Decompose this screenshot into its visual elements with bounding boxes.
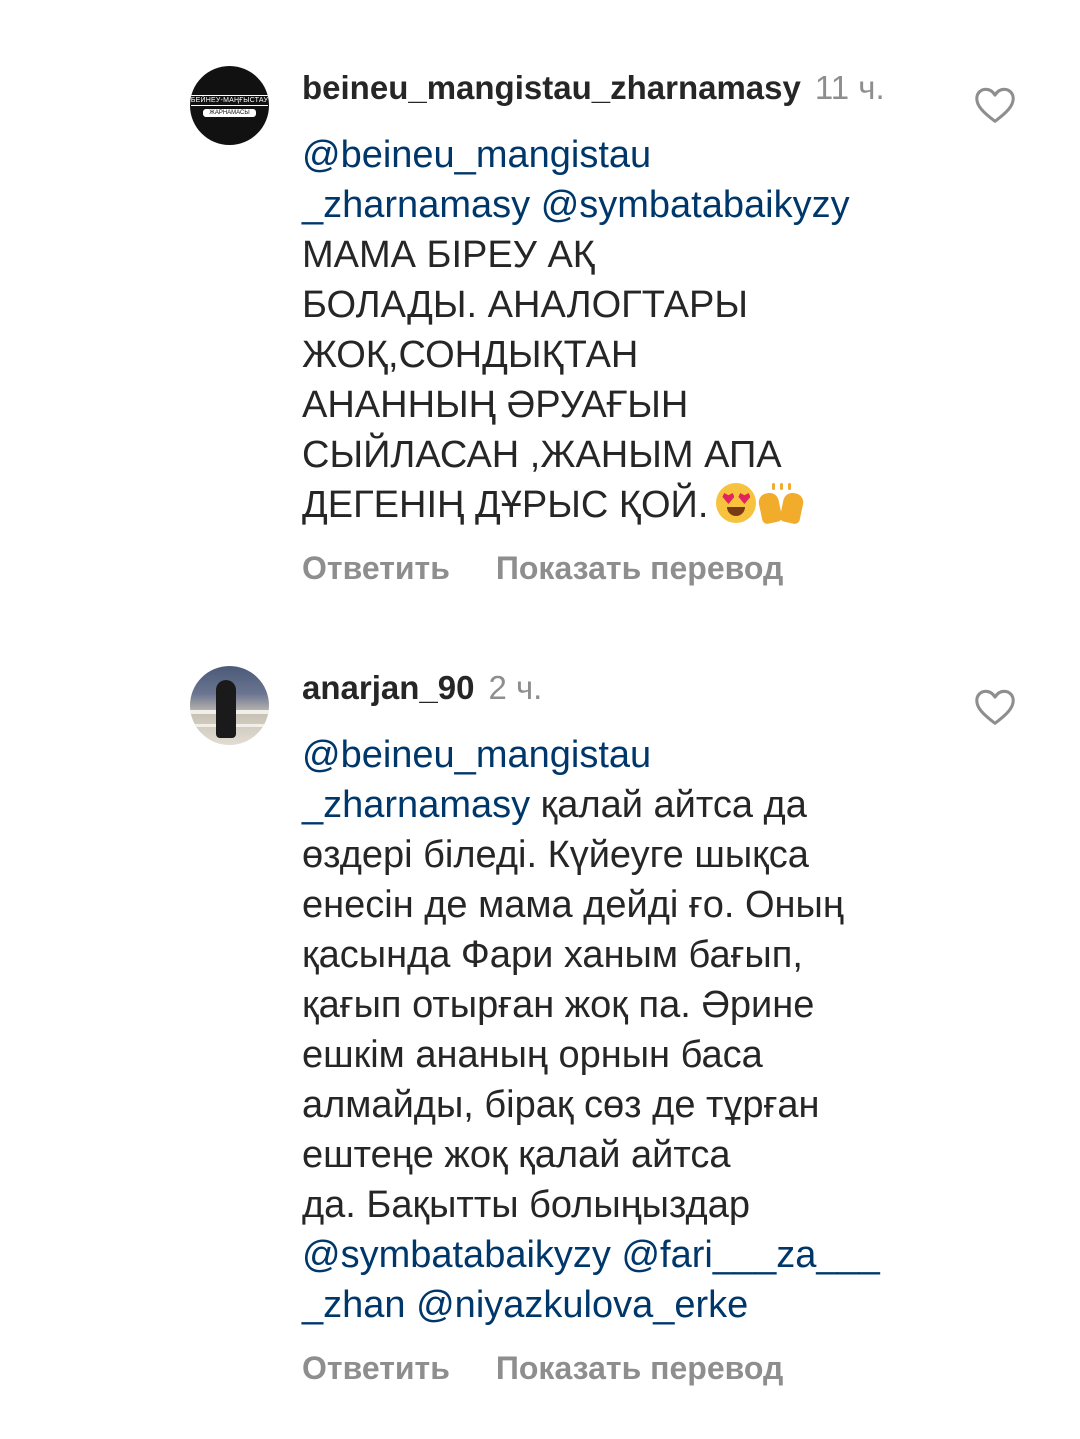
heart-outline-icon[interactable]: [972, 82, 1018, 128]
comment-text-line: @symbatabaikyzy @fari___za___: [302, 1230, 942, 1280]
comment-text-segment: СЫЙЛАСАН ,ЖАНЫМ АПА: [302, 434, 782, 476]
comment-text-segment: өздері біледі. Күйеуге шықса: [302, 834, 809, 876]
comment-text-segment: ешкім ананың орнын баса: [302, 1034, 763, 1076]
comment-text-line: алмайды, бірақ сөз де тұрған: [302, 1080, 942, 1130]
heart-eyes-emoji-icon: [716, 483, 757, 523]
comment-text-line: БОЛАДЫ. АНАЛОГТАРЫ: [302, 280, 942, 330]
comment-text-segment: ЖОҚ,СОНДЫҚТАН: [302, 334, 639, 376]
comment-text-line: қасында Фари ханым бағып,: [302, 930, 942, 980]
mention-link[interactable]: @beineu_mangistau: [302, 134, 651, 176]
comment-text-line: _zharnamasy @symbatabaikyzy: [302, 180, 942, 230]
comment-text-line: өздері біледі. Күйеуге шықса: [302, 830, 942, 880]
mention-link[interactable]: @symbatabaikyzy: [541, 184, 850, 226]
comment-text-line: қағып отырған жоқ па. Әрине: [302, 980, 942, 1030]
avatar-photo-figure: [216, 680, 236, 738]
comment-header: beineu_mangistau_zharnamasy 11 ч.: [302, 68, 885, 108]
comment-text: @beineu_mangistau _zharnamasy @symbatabai…: [302, 130, 942, 530]
comment-text-segment: қалай айтса да: [530, 784, 807, 826]
timestamp: 11 ч.: [814, 69, 885, 106]
avatar[interactable]: БЕЙНЕУ-МАҢҒЫСТАУ ЖАРНАМАСЫ: [190, 66, 269, 145]
comment-text-line: ЖОҚ,СОНДЫҚТАН: [302, 330, 942, 380]
avatar[interactable]: [190, 666, 269, 745]
comment-text-segment: [611, 1234, 622, 1276]
comment-text-segment: қасында Фари ханым бағып,: [302, 934, 803, 976]
comment-text-segment: алмайды, бірақ сөз де тұрған: [302, 1084, 820, 1126]
username[interactable]: anarjan_90: [302, 669, 474, 706]
comment-actions: Ответить Показать перевод: [302, 548, 783, 588]
raising-hands-emoji-icon: [757, 483, 806, 525]
comment-actions: Ответить Показать перевод: [302, 1348, 783, 1388]
timestamp: 2 ч.: [488, 669, 543, 706]
comment-text: @beineu_mangistau _zharnamasy қалай айтса…: [302, 730, 942, 1330]
comment-text-line: _zharnamasy қалай айтса да: [302, 780, 942, 830]
mention-link[interactable]: _zharnamasy: [302, 784, 530, 826]
comment-text-line: ешкім ананың орнын баса: [302, 1030, 942, 1080]
mention-link[interactable]: @beineu_mangistau: [302, 734, 651, 776]
show-translation-button[interactable]: Показать перевод: [496, 550, 783, 586]
comment-text-segment: ештеңе жоқ қалай айтса: [302, 1134, 731, 1176]
comment-text-line: МАМА БІРЕУ АҚ: [302, 230, 942, 280]
comment-text-segment: енесін де мама дейді ғо. Оның: [302, 884, 844, 926]
comment-text-segment: МАМА БІРЕУ АҚ: [302, 234, 595, 276]
mention-link[interactable]: @symbatabaikyzy: [302, 1234, 611, 1276]
comment-text-line: АНАННЫҢ ӘРУАҒЫН: [302, 380, 942, 430]
avatar-logo-subtext: ЖАРНАМАСЫ: [203, 108, 256, 117]
comment-text-line: да. Бақытты болыңыздар: [302, 1180, 942, 1230]
comment-text-segment: да. Бақытты болыңыздар: [302, 1184, 750, 1226]
comment-text-line: енесін де мама дейді ғо. Оның: [302, 880, 942, 930]
reply-button[interactable]: Ответить: [302, 1350, 450, 1386]
mention-link[interactable]: @niyazkulova_erke: [416, 1284, 748, 1326]
comment-text-segment: [530, 184, 541, 226]
comment-header: anarjan_90 2 ч.: [302, 668, 542, 708]
mention-link[interactable]: _zharnamasy: [302, 184, 530, 226]
comment-text-segment: ДЕГЕНІҢ ДҰРЫС ҚОЙ.: [302, 484, 709, 526]
mention-link[interactable]: _zhan: [302, 1284, 406, 1326]
comment-text-segment: БОЛАДЫ. АНАЛОГТАРЫ: [302, 284, 748, 326]
comment-text-line: @beineu_mangistau: [302, 730, 942, 780]
comment-text-line: @beineu_mangistau: [302, 130, 942, 180]
comment-text-line: СЫЙЛАСАН ,ЖАНЫМ АПА: [302, 430, 942, 480]
comment-text-line: ештеңе жоқ қалай айтса: [302, 1130, 942, 1180]
mention-link[interactable]: @fari___za___: [621, 1234, 879, 1276]
heart-outline-icon[interactable]: [972, 684, 1018, 730]
show-translation-button[interactable]: Показать перевод: [496, 1350, 783, 1386]
comment-text-line: ДЕГЕНІҢ ДҰРЫС ҚОЙ.: [302, 480, 942, 530]
comment-text-line: _zhan @niyazkulova_erke: [302, 1280, 942, 1330]
comment-text-segment: АНАННЫҢ ӘРУАҒЫН: [302, 384, 689, 426]
comment-text-segment: [406, 1284, 417, 1326]
comment-text-segment: қағып отырған жоқ па. Әрине: [302, 984, 815, 1026]
avatar-logo-text: БЕЙНЕУ-МАҢҒЫСТАУ: [190, 94, 269, 106]
reply-button[interactable]: Ответить: [302, 550, 450, 586]
username[interactable]: beineu_mangistau_zharnamasy: [302, 69, 801, 106]
